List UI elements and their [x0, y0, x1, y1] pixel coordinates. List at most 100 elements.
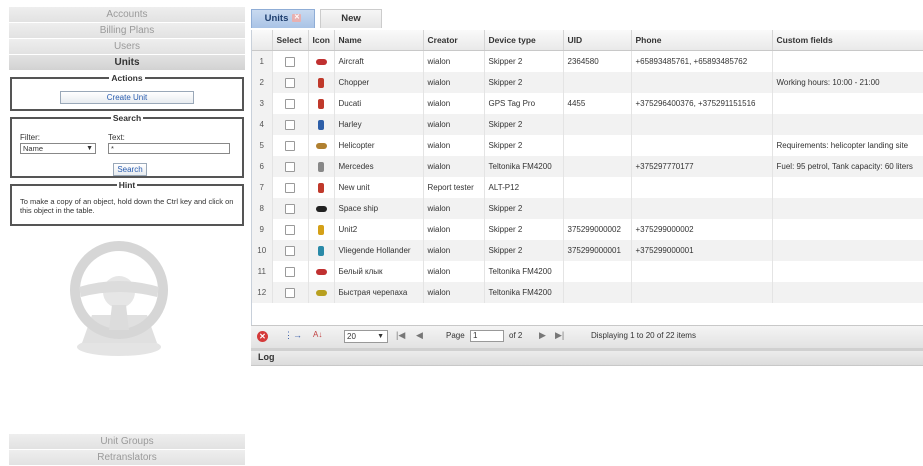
actions-panel: Actions Create Unit: [10, 73, 244, 111]
column-header[interactable]: Custom fields: [772, 30, 923, 51]
sidebar-item-units[interactable]: Units: [9, 55, 245, 71]
cell-custom: [772, 261, 923, 282]
sidebar-item-unit-groups[interactable]: Unit Groups: [9, 434, 245, 450]
car-icon[interactable]: [318, 182, 324, 193]
select-cell: [272, 50, 309, 72]
sidebar-item-users[interactable]: Users: [9, 39, 245, 55]
row-checkbox[interactable]: [285, 161, 295, 172]
truck-icon[interactable]: [315, 289, 327, 296]
sidebar-item-billing-plans[interactable]: Billing Plans: [9, 23, 245, 39]
icon-cell: [308, 156, 335, 177]
cell-phone: [631, 198, 773, 219]
cell-name: Mercedes: [334, 156, 424, 177]
column-header[interactable]: Select: [272, 30, 309, 51]
column-header[interactable]: Phone: [631, 30, 773, 51]
create-unit-button[interactable]: Create Unit: [60, 91, 194, 104]
last-page-icon[interactable]: ▶|: [555, 330, 564, 341]
cell-uid: 375299000002: [563, 219, 632, 240]
column-header[interactable]: Icon: [308, 30, 335, 51]
column-header[interactable]: Device type: [484, 30, 564, 51]
row-checkbox[interactable]: [285, 245, 295, 256]
sidebar-item-accounts[interactable]: Accounts: [9, 7, 245, 23]
prev-page-icon[interactable]: ◀: [416, 330, 423, 341]
row-checkbox[interactable]: [285, 224, 295, 235]
columns-icon[interactable]: ⋮→: [284, 330, 302, 341]
cell-name: Aircraft: [334, 50, 424, 72]
table-row[interactable]: 2 Chopper wialon Skipper 2 Working hours: 10…: [252, 72, 923, 93]
cell-name: Helicopter: [334, 135, 424, 156]
table-row[interactable]: 9 Unit2 wialon Skipper 2 375299000002 +375299…: [252, 219, 923, 240]
column-header[interactable]: UID: [563, 30, 632, 51]
table-row[interactable]: 10 Vliegende Hollander wialon Skipper 2 3752…: [252, 240, 923, 261]
table-row[interactable]: 5 Helicopter wialon Skipper 2 Requirements: …: [252, 135, 923, 156]
sort-icon[interactable]: A↓: [313, 330, 322, 339]
cell-name: Ducati: [334, 93, 424, 114]
car-icon[interactable]: [318, 98, 324, 109]
sidebar: Accounts Billing Plans Users Units Actio…: [9, 7, 245, 466]
cell-phone: [631, 177, 773, 198]
car-icon[interactable]: [318, 119, 324, 130]
icon-cell: [308, 50, 335, 72]
sidebar-item-retranslators[interactable]: Retranslators: [9, 450, 245, 466]
tab-new[interactable]: New: [320, 9, 382, 28]
tab-units[interactable]: Units ✕: [251, 9, 315, 28]
page-number-input[interactable]: 1: [470, 330, 504, 342]
row-number: 11: [252, 261, 273, 282]
row-number: 8: [252, 198, 273, 219]
row-checkbox[interactable]: [285, 56, 295, 67]
car-icon[interactable]: [318, 77, 324, 88]
column-header[interactable]: Name: [334, 30, 424, 51]
row-checkbox[interactable]: [285, 182, 295, 193]
row-checkbox[interactable]: [285, 119, 295, 130]
cell-uid: [563, 261, 632, 282]
cell-creator: wialon: [423, 240, 485, 261]
truck-icon[interactable]: [315, 268, 327, 275]
column-header[interactable]: Creator: [423, 30, 485, 51]
plane-icon[interactable]: [315, 58, 327, 65]
filter-select[interactable]: Name ▼: [20, 143, 96, 154]
cell-creator: wialon: [423, 156, 485, 177]
table-row[interactable]: 4 Harley wialon Skipper 2: [252, 114, 923, 135]
next-page-icon[interactable]: ▶: [539, 330, 546, 341]
helicopter-icon[interactable]: [315, 142, 327, 149]
search-button[interactable]: Search: [113, 163, 147, 176]
first-page-icon[interactable]: |◀: [396, 330, 405, 341]
search-text-input[interactable]: *: [108, 143, 230, 154]
cell-name: Harley: [334, 114, 424, 135]
table-row[interactable]: 8 Space ship wialon Skipper 2: [252, 198, 923, 219]
row-number: 7: [252, 177, 273, 198]
row-checkbox[interactable]: [285, 287, 295, 298]
cell-uid: [563, 156, 632, 177]
delete-icon[interactable]: ✕: [257, 331, 268, 342]
row-checkbox[interactable]: [285, 98, 295, 109]
table-row[interactable]: 1 Aircraft wialon Skipper 2 2364580 +65893485…: [252, 50, 923, 72]
pager-status: Displaying 1 to 20 of 22 items: [591, 331, 696, 340]
row-checkbox[interactable]: [285, 203, 295, 214]
cell-name: Chopper: [334, 72, 424, 93]
close-icon[interactable]: ✕: [292, 14, 302, 23]
table-row[interactable]: 3 Ducati wialon GPS Tag Pro 4455 +37529640037…: [252, 93, 923, 114]
cell-creator: wialon: [423, 114, 485, 135]
page-size-select[interactable]: 20 ▼: [344, 330, 388, 343]
cell-device: Skipper 2: [484, 114, 564, 135]
select-cell: [272, 93, 309, 114]
table-row[interactable]: 11 Белый клык wialon Teltonika FM4200: [252, 261, 923, 282]
select-cell: [272, 72, 309, 93]
cell-phone: +375299000001: [631, 240, 773, 261]
ship-icon[interactable]: [315, 205, 327, 212]
text-label: Text:: [108, 133, 125, 142]
car-icon[interactable]: [318, 245, 324, 256]
row-checkbox[interactable]: [285, 77, 295, 88]
row-checkbox[interactable]: [285, 140, 295, 151]
cell-device: Skipper 2: [484, 198, 564, 219]
table-row[interactable]: 7 New unit Report tester ALT-P12: [252, 177, 923, 198]
row-number: 10: [252, 240, 273, 261]
column-header[interactable]: [252, 30, 273, 51]
table-row[interactable]: 6 Mercedes wialon Teltonika FM4200 +37529777…: [252, 156, 923, 177]
row-checkbox[interactable]: [285, 266, 295, 277]
car-icon[interactable]: [318, 224, 324, 235]
icon-cell: [308, 135, 335, 156]
log-panel-header[interactable]: Log: [251, 351, 923, 366]
car-icon[interactable]: [318, 161, 324, 172]
table-row[interactable]: 12 Быстрая черепаха wialon Teltonika FM4200: [252, 282, 923, 303]
